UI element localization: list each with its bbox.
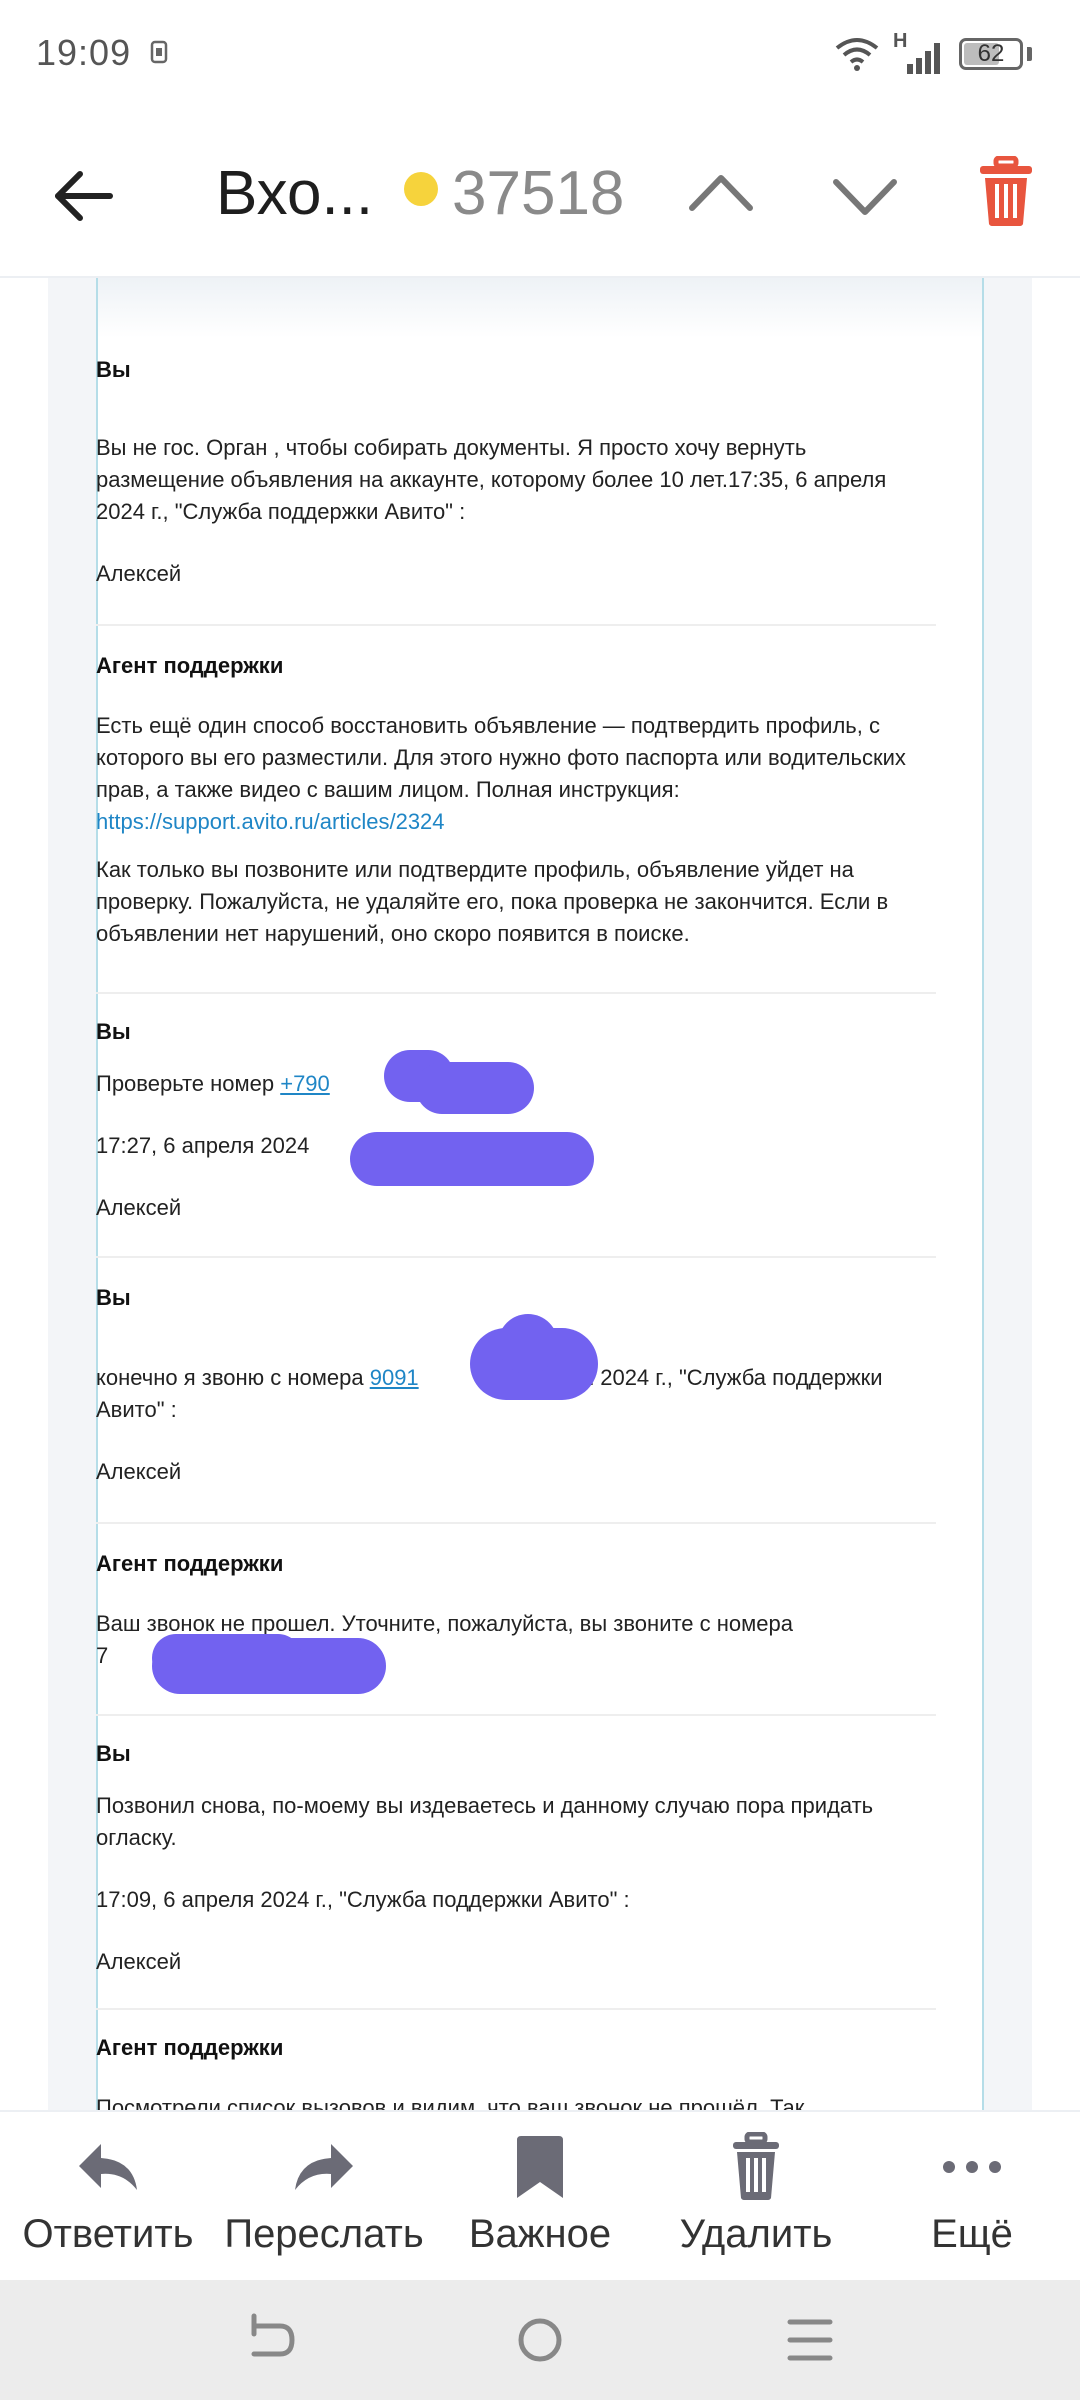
message-text-part: Проверьте номер (96, 1071, 281, 1096)
delete-label: Удалить (679, 2212, 833, 2256)
more-icon (943, 2161, 1001, 2173)
forward-label: Переслать (224, 2212, 424, 2256)
message-author: Вы (96, 357, 131, 382)
message-text: Вы не гос. Орган , чтобы собирать докуме… (96, 435, 887, 524)
status-bar: 19:09 H 62 (0, 0, 1080, 108)
message-author: Вы (96, 1019, 131, 1044)
chevron-up-icon[interactable] (686, 164, 756, 224)
system-back-icon[interactable] (240, 2312, 300, 2368)
status-time: 19:09 (36, 32, 132, 73)
battery-level: 62 (977, 40, 1005, 67)
message-toolbar: Вхо... 37518 (0, 108, 1080, 278)
inner-shade (98, 278, 982, 338)
message-separator (96, 1256, 936, 1258)
delete-button[interactable]: Удалить (648, 2132, 864, 2272)
message-text-part: конечно я звоню с номера (96, 1365, 370, 1390)
unread-dot-icon (404, 172, 438, 206)
message-separator (96, 624, 936, 626)
important-label: Важное (468, 2212, 612, 2256)
message-signature: Алексей (96, 1459, 182, 1484)
message-3: Вы Проверьте номер +790 17:27, 6 апреля … (96, 1016, 936, 1224)
forward-button[interactable]: Переслать (216, 2132, 432, 2272)
system-home-icon[interactable] (510, 2312, 570, 2368)
message-body[interactable]: Вы Вы не гос. Орган , чтобы собирать док… (0, 278, 1080, 2110)
battery-icon: 62 (959, 38, 1023, 70)
status-icons: H 62 (835, 30, 1032, 78)
message-separator (96, 992, 936, 994)
message-signature: Алексей (96, 561, 182, 586)
message-separator (96, 2008, 936, 2010)
message-signature: Алексей (96, 1949, 182, 1974)
redaction-blob (416, 1062, 534, 1114)
message-text: Позвонил снова, по-моему вы издеваетесь … (96, 1793, 874, 1850)
wifi-icon (835, 38, 879, 71)
chevron-down-icon[interactable] (830, 166, 900, 226)
message-separator (96, 1522, 936, 1524)
back-arrow-icon[interactable] (48, 160, 120, 232)
unread-count: 37518 (452, 159, 625, 228)
message-author: Вы (96, 1285, 131, 1310)
bookmark-icon (517, 2136, 563, 2198)
message-text: Как только вы позвоните или подтвердите … (96, 857, 889, 946)
message-1: Вы Вы не гос. Орган , чтобы собирать док… (96, 354, 936, 590)
trash-icon (733, 2132, 779, 2200)
folder-title[interactable]: Вхо... (216, 158, 373, 229)
message-6: Вы Позвонил снова, по-моему вы издеваете… (96, 1738, 936, 1978)
message-text: 17:09, 6 апреля 2024 г., "Служба поддерж… (96, 1887, 630, 1912)
message-author: Агент поддержки (96, 2035, 284, 2060)
battery-cap (1027, 47, 1032, 61)
redaction-blob (350, 1132, 594, 1186)
redaction-blob (498, 1314, 558, 1374)
message-text: Посмотрели список вызовов и видим, что в… (96, 2095, 805, 2110)
sim-icon (150, 40, 168, 64)
phone-link[interactable]: +790 (280, 1071, 330, 1096)
signal-icon: H (893, 30, 945, 74)
system-menu-icon[interactable] (780, 2312, 840, 2368)
message-text: Есть ещё один способ восстановить объявл… (96, 710, 936, 838)
message-separator (96, 1714, 936, 1716)
important-button[interactable]: Важное (432, 2132, 648, 2272)
message-7: Агент поддержки Посмотрели список вызово… (96, 2032, 936, 2110)
forward-icon (295, 2144, 353, 2190)
phone-link[interactable]: 9091 (370, 1365, 419, 1390)
reply-icon (79, 2144, 137, 2190)
message-signature: Алексей (96, 1195, 182, 1220)
message-2: Агент поддержки Есть ещё один способ вос… (96, 650, 936, 950)
message-author: Агент поддержки (96, 1551, 284, 1576)
reply-button[interactable]: Ответить (0, 2132, 216, 2272)
delete-icon[interactable] (978, 156, 1034, 228)
message-text-part: Есть ещё один способ восстановить объявл… (96, 713, 906, 802)
more-label: Ещё (931, 2212, 1013, 2256)
redaction-blob (152, 1634, 302, 1682)
reply-label: Ответить (22, 2212, 194, 2256)
system-nav-bar (0, 2280, 1080, 2400)
support-article-link[interactable]: https://support.avito.ru/articles/2324 (96, 809, 445, 834)
action-bar: Ответить Переслать Важное Удалить Ещё (0, 2110, 1080, 2280)
message-author: Вы (96, 1741, 131, 1766)
more-button[interactable]: Ещё (864, 2132, 1080, 2272)
message-author: Агент поддержки (96, 653, 284, 678)
